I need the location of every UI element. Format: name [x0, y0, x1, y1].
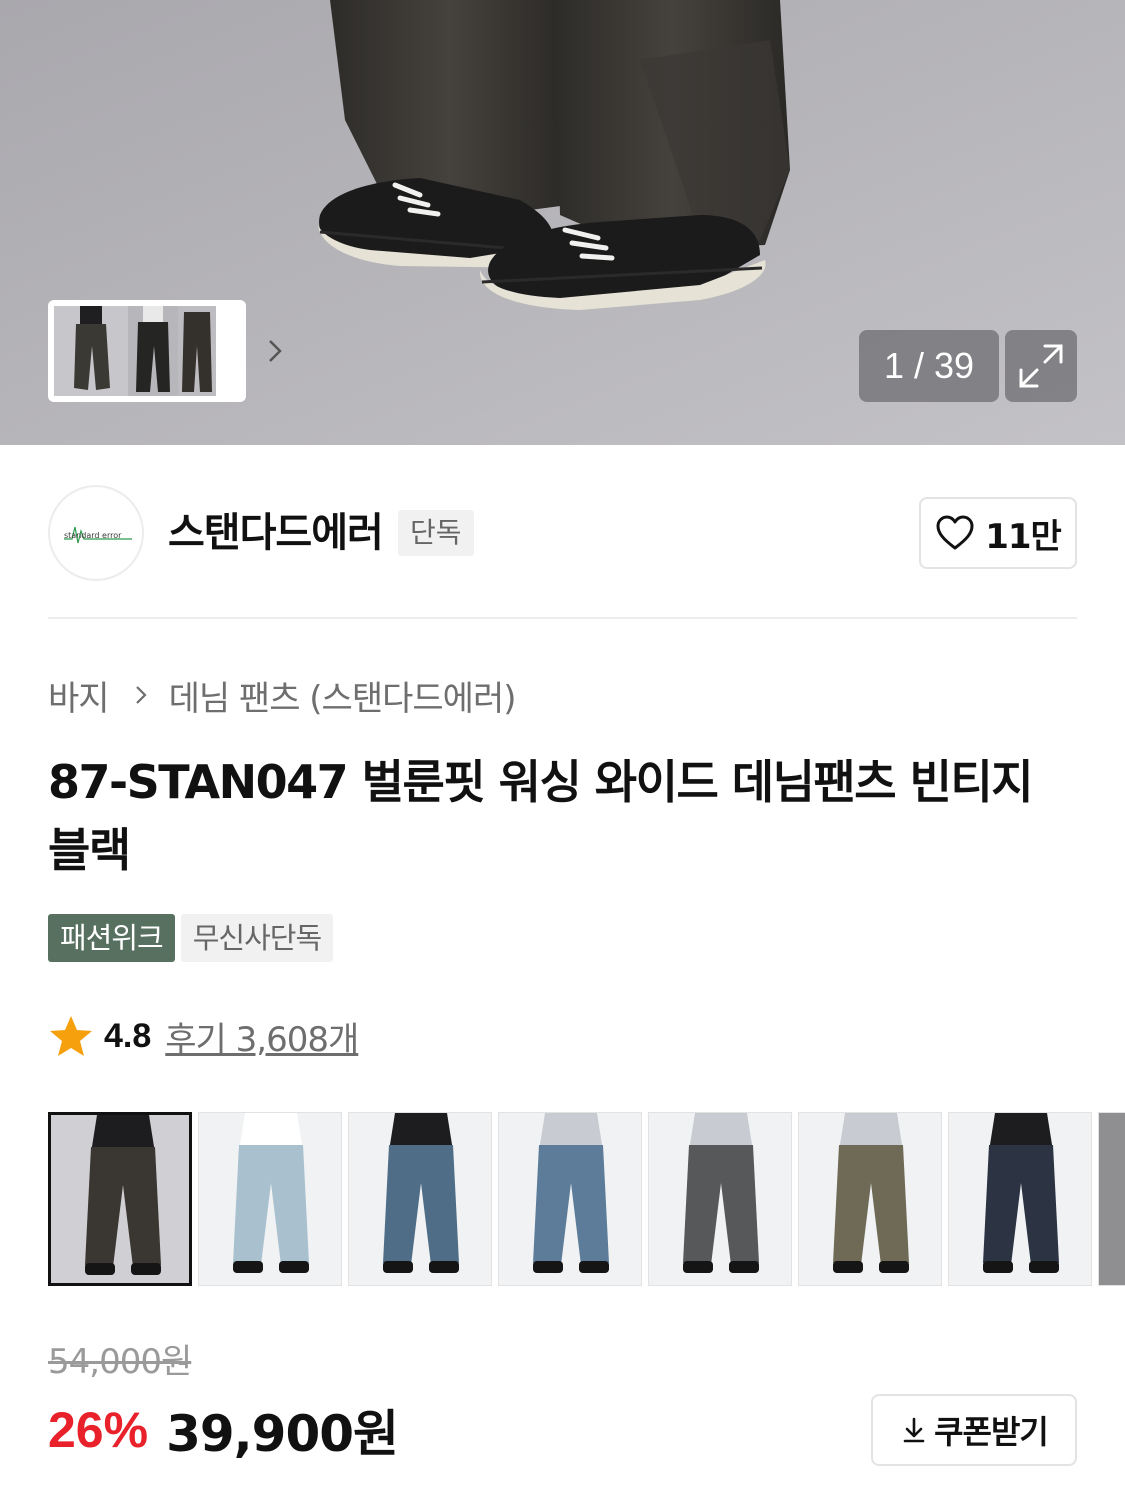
color-option-thumbnail[interactable]: [948, 1112, 1092, 1286]
breadcrumb-category[interactable]: 바지: [48, 671, 110, 720]
like-count: 11만: [985, 516, 1062, 557]
coupon-label: 쿠폰받기: [934, 1413, 1049, 1451]
expand-icon[interactable]: [1005, 330, 1077, 402]
color-option-thumbnail[interactable]: [798, 1112, 942, 1286]
discount-rate: 26%: [48, 1402, 149, 1458]
jeans-thumbnail-image: [128, 306, 178, 396]
color-option-thumbnail[interactable]: [648, 1112, 792, 1286]
color-option-thumbnail[interactable]: [498, 1112, 642, 1286]
jeans-thumbnail-image: [949, 1113, 1091, 1285]
exclusive-tag: 단독: [398, 510, 474, 556]
coupon-button[interactable]: 쿠폰받기: [871, 1394, 1077, 1466]
brand-name[interactable]: 스탠다드에러: [168, 508, 384, 558]
product-title: 87-STAN047 벌룬핏 워싱 와이드 데님팬츠 빈티지 블랙: [48, 755, 1034, 877]
thumbnail-image[interactable]: [178, 306, 216, 396]
exclusive-badge: 무신사단독: [180, 914, 334, 962]
chevron-right-icon: [135, 686, 147, 704]
color-option-thumbnail[interactable]: [48, 1112, 192, 1286]
color-option-list: [48, 1112, 1125, 1286]
divider: [48, 617, 1077, 619]
like-button[interactable]: 11만: [919, 497, 1077, 569]
jeans-thumbnail-image: [799, 1113, 941, 1285]
chevron-right-icon[interactable]: [260, 337, 288, 365]
review-count-link[interactable]: 후기 3,608개: [165, 1012, 359, 1061]
original-price: 54,000원: [48, 1342, 192, 1382]
breadcrumb: 바지 데님 팬츠 (스탠다드에러): [48, 670, 517, 720]
fashion-week-badge: 패션위크: [48, 914, 175, 962]
sale-price: 39,900원: [166, 1405, 399, 1463]
breadcrumb-subcategory[interactable]: 데님 팬츠 (스탠다드에러): [169, 671, 517, 720]
jeans-thumbnail-image: [51, 1115, 189, 1283]
color-option-thumbnail[interactable]: [1098, 1112, 1125, 1286]
brand-logo[interactable]: standard error: [48, 485, 144, 581]
thumbnail-strip[interactable]: [48, 300, 282, 402]
badge-list: 패션위크 무신사단독: [48, 914, 334, 962]
color-option-thumbnail[interactable]: [348, 1112, 492, 1286]
product-image-viewer[interactable]: 1 / 39: [0, 0, 1125, 445]
color-option-thumbnail[interactable]: [198, 1112, 342, 1286]
image-counter: 1 / 39: [859, 330, 999, 402]
price-row: 26% 39,900원: [48, 1398, 399, 1463]
brand-logo-text: standard error: [64, 531, 122, 540]
thumbnail-image[interactable]: [128, 306, 178, 396]
heart-outline-icon: [936, 515, 974, 550]
rating-summary: 4.8 후기 3,608개: [48, 1010, 359, 1062]
download-icon: [903, 1417, 925, 1443]
jeans-thumbnail-image: [649, 1113, 791, 1285]
rating-score: 4.8: [104, 1016, 152, 1055]
jeans-thumbnail-image: [349, 1113, 491, 1285]
jeans-thumbnail-image: [499, 1113, 641, 1285]
star-icon: [50, 1016, 92, 1056]
thumbnail-image[interactable]: [54, 306, 128, 396]
jeans-thumbnail-image: [199, 1113, 341, 1285]
jeans-thumbnail-image: [54, 306, 128, 396]
jeans-thumbnail-image: [178, 306, 216, 396]
